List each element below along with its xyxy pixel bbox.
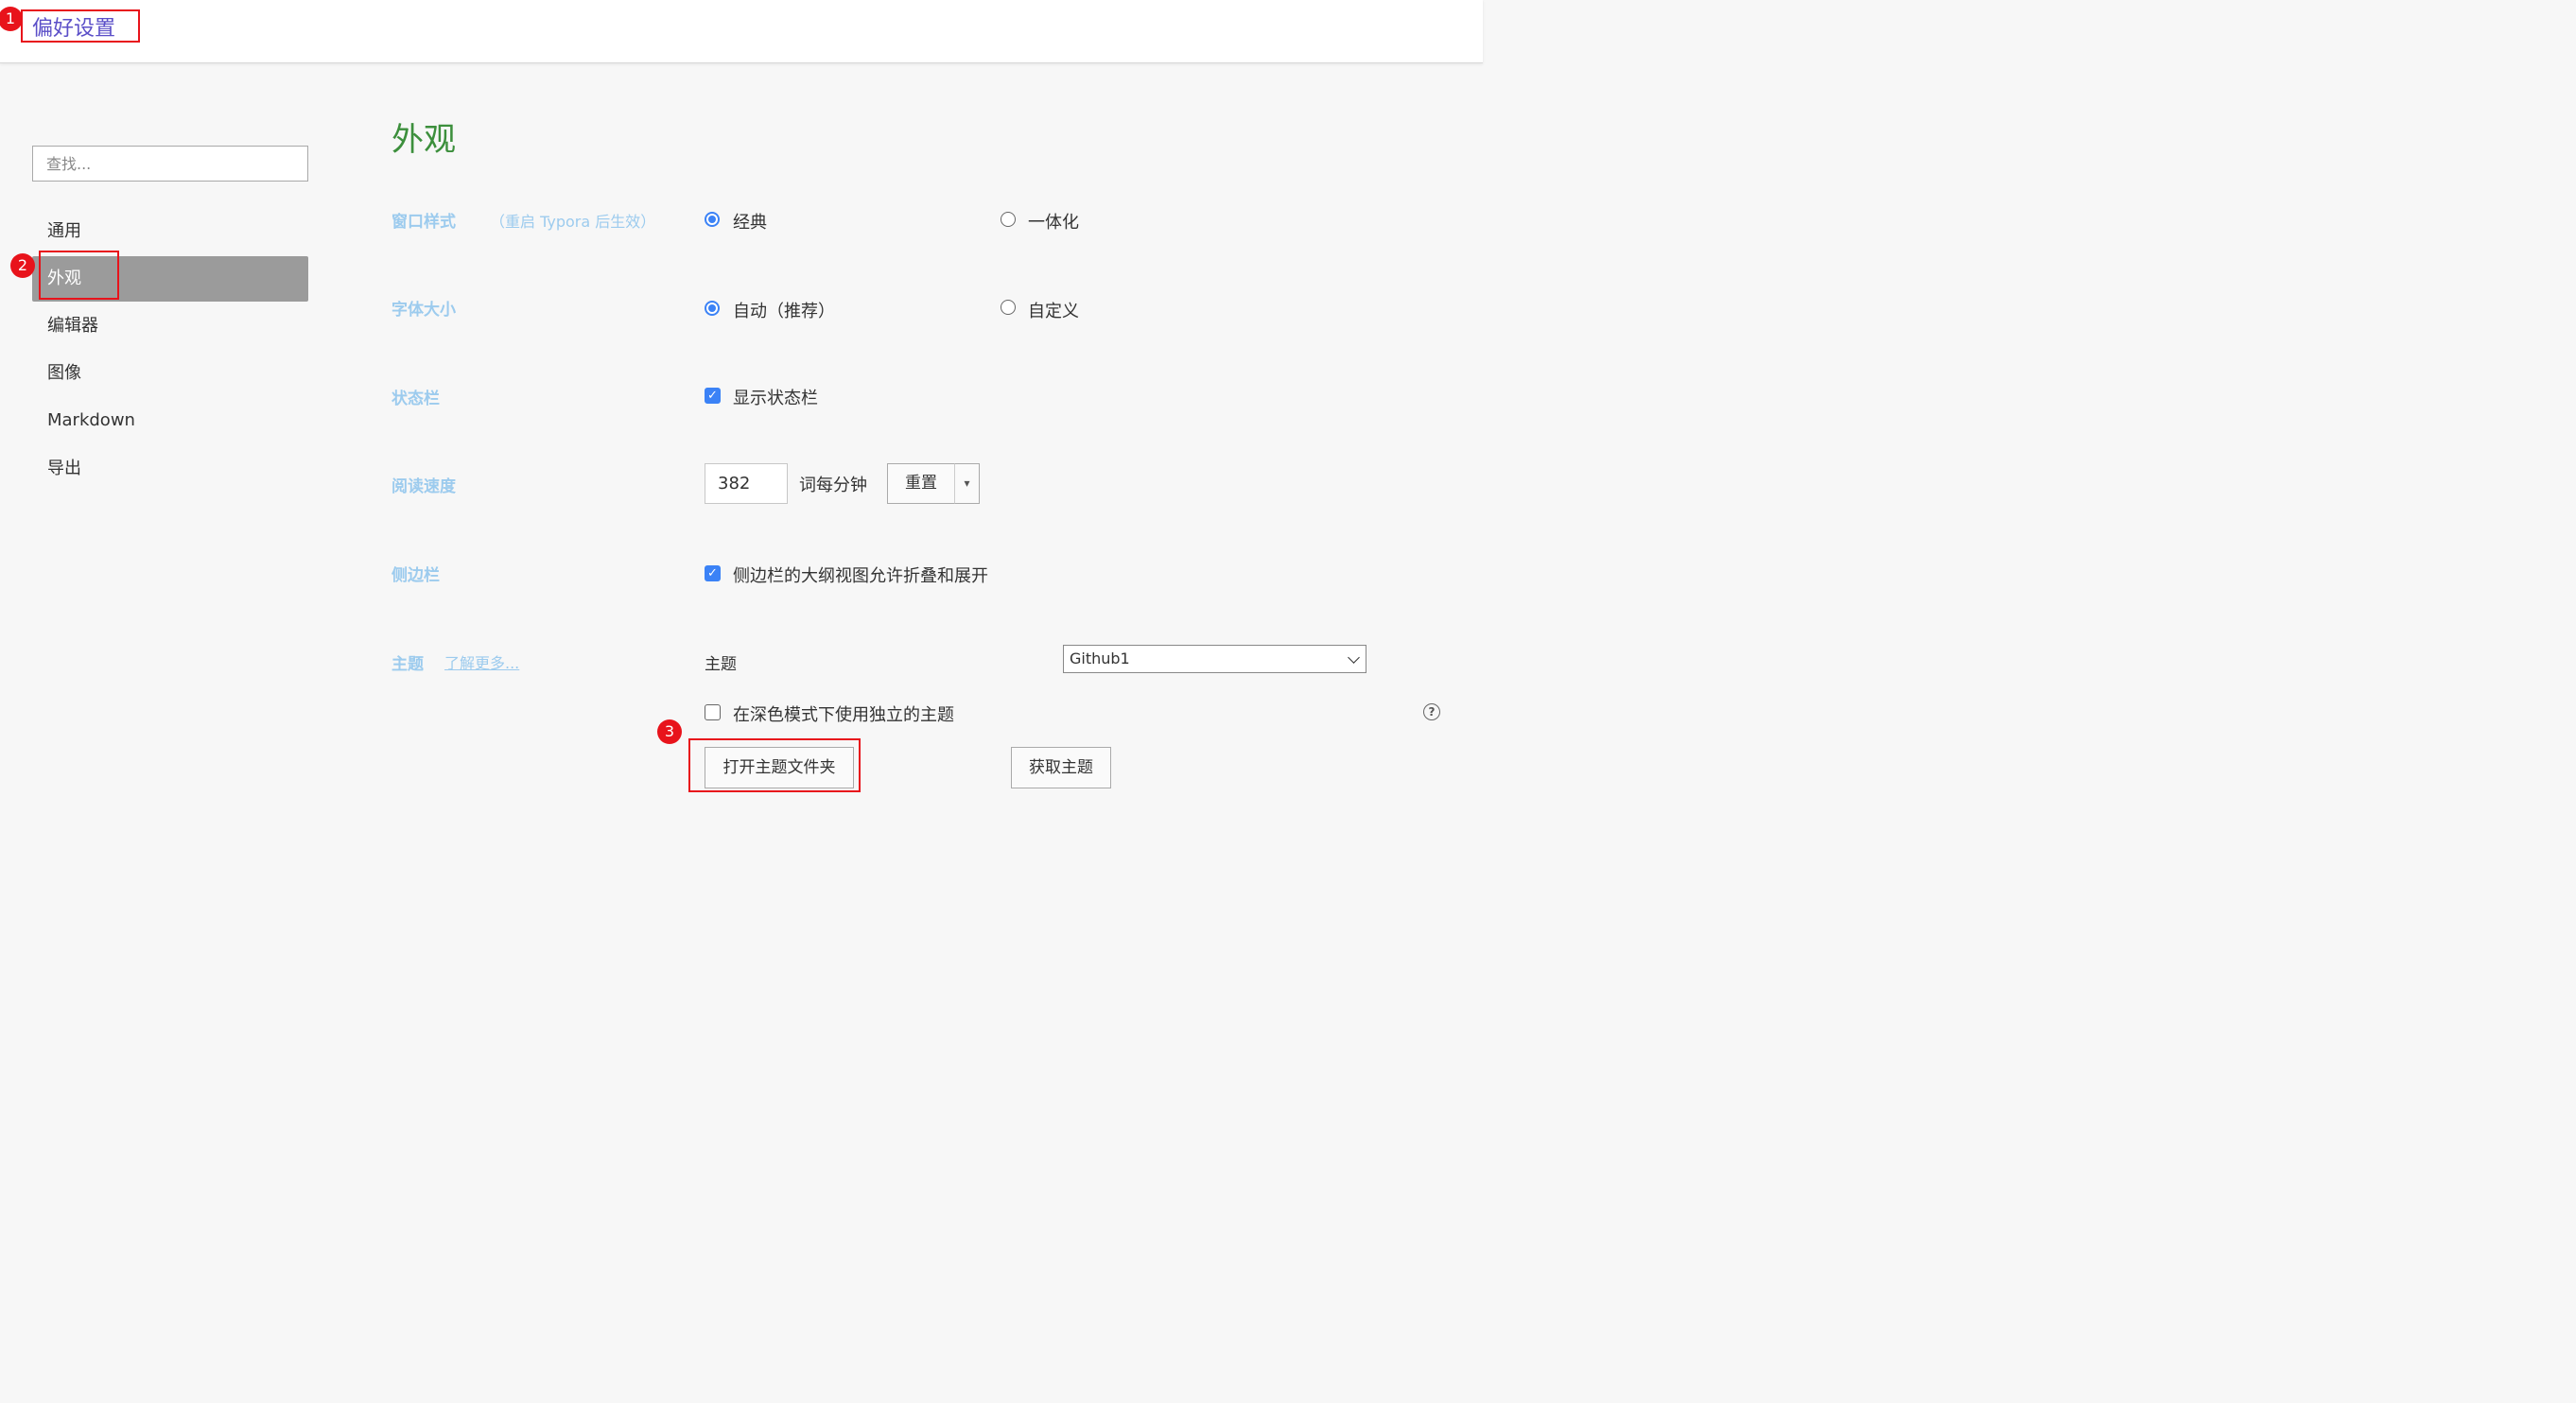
sidebar-item-general[interactable]: 通用 bbox=[32, 209, 308, 254]
theme-select-value: Github1 bbox=[1070, 650, 1130, 667]
annotation-box-1 bbox=[21, 9, 140, 43]
radio-font-custom-label[interactable]: 自定义 bbox=[1028, 298, 1079, 322]
sidebar-item-image[interactable]: 图像 bbox=[32, 351, 308, 396]
annotation-badge-3: 3 bbox=[657, 719, 682, 744]
radio-font-auto[interactable] bbox=[705, 301, 720, 316]
chevron-down-icon bbox=[1348, 651, 1360, 664]
annotation-badge-2: 2 bbox=[10, 253, 35, 278]
status-bar-label: 状态栏 bbox=[392, 390, 440, 408]
radio-classic[interactable] bbox=[705, 212, 720, 227]
help-icon[interactable]: ? bbox=[1423, 703, 1440, 720]
radio-font-custom[interactable] bbox=[1001, 300, 1016, 315]
reading-speed-unit: 词每分钟 bbox=[799, 476, 867, 495]
window-style-hint: （重启 Typora 后生效） bbox=[490, 213, 656, 231]
radio-unibody[interactable] bbox=[1001, 212, 1016, 227]
search-input[interactable] bbox=[32, 146, 308, 182]
status-bar-checkbox-label[interactable]: 显示状态栏 bbox=[733, 385, 818, 409]
window-style-label: 窗口样式 bbox=[392, 213, 456, 232]
theme-select[interactable]: Github1 bbox=[1063, 645, 1366, 673]
theme-select-label: 主题 bbox=[705, 655, 737, 674]
annotation-box-3 bbox=[688, 738, 861, 792]
reset-dropdown-icon[interactable]: ▾ bbox=[954, 463, 980, 504]
outline-collapse-checkbox[interactable]: ✓ bbox=[705, 565, 721, 581]
dark-mode-theme-checkbox-label[interactable]: 在深色模式下使用独立的主题 bbox=[733, 702, 954, 726]
sidebar-item-editor[interactable]: 编辑器 bbox=[32, 303, 308, 349]
reset-button[interactable]: 重置 bbox=[887, 463, 955, 504]
theme-label: 主题 bbox=[392, 655, 424, 674]
font-size-label: 字体大小 bbox=[392, 301, 456, 320]
radio-classic-label[interactable]: 经典 bbox=[733, 209, 767, 234]
status-bar-checkbox[interactable]: ✓ bbox=[705, 388, 721, 404]
sidebar-item-export[interactable]: 导出 bbox=[32, 446, 308, 492]
annotation-box-2 bbox=[39, 251, 119, 300]
sidebar-setting-label: 侧边栏 bbox=[392, 566, 440, 585]
sidebar-item-markdown[interactable]: Markdown bbox=[32, 398, 308, 443]
reading-speed-input[interactable] bbox=[705, 463, 788, 504]
radio-unibody-label[interactable]: 一体化 bbox=[1028, 209, 1079, 234]
page-title: 外观 bbox=[392, 121, 456, 159]
reading-speed-label: 阅读速度 bbox=[392, 477, 456, 496]
learn-more-link[interactable]: 了解更多... bbox=[444, 650, 519, 673]
title-bar: 偏好设置 bbox=[0, 0, 1483, 63]
radio-font-auto-label[interactable]: 自动（推荐） bbox=[733, 298, 835, 322]
get-theme-button[interactable]: 获取主题 bbox=[1011, 747, 1111, 788]
outline-collapse-checkbox-label[interactable]: 侧边栏的大纲视图允许折叠和展开 bbox=[733, 563, 988, 587]
dark-mode-theme-checkbox[interactable] bbox=[705, 704, 721, 720]
